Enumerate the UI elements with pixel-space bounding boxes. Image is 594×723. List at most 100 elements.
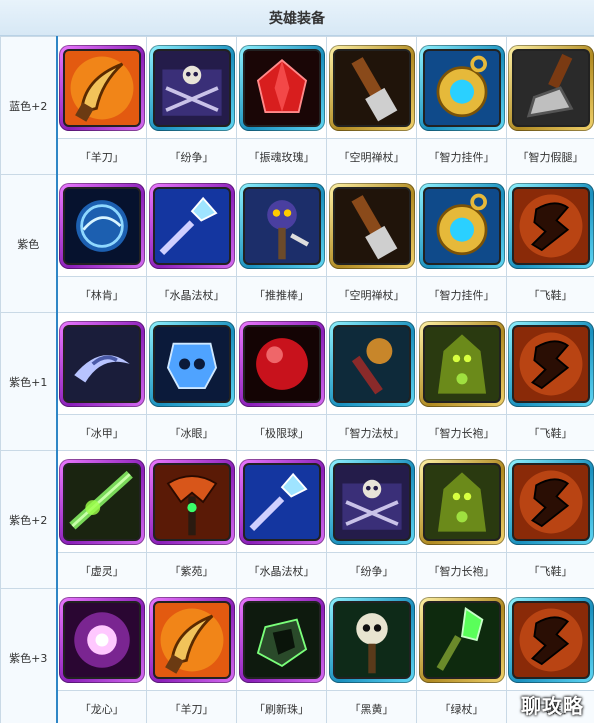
green-staff-icon <box>422 600 501 679</box>
item-icon-frame[interactable] <box>238 596 325 683</box>
crystal-scepter-icon <box>152 186 231 265</box>
item-icon-frame[interactable] <box>507 596 594 683</box>
item-icon-frame[interactable] <box>507 458 594 545</box>
item-name: 「虚灵」 <box>56 552 147 589</box>
item-icon-frame[interactable] <box>238 182 325 269</box>
tier-name-row: 「龙心」 「羊刀」 「刷新珠」 「黑黄」 「绿杖」 「飞鞋」 <box>1 690 594 723</box>
item-name: 「智力挂件」 <box>416 138 507 175</box>
item-icon-cell <box>236 588 327 691</box>
item-icon-cell <box>146 312 237 415</box>
blue-orb-icon <box>62 186 141 265</box>
item-icon-frame[interactable] <box>328 182 415 269</box>
item-icon-cell <box>236 36 327 139</box>
item-icon-frame[interactable] <box>328 44 415 131</box>
item-icon-cell <box>416 36 507 139</box>
item-name: 「振魂玫瑰」 <box>236 138 327 175</box>
tier-name-row: 「林肯」 「水晶法杖」 「推推棒」 「空明禅杖」 「智力挂件」 「飞鞋」 <box>1 276 594 313</box>
item-icon-frame[interactable] <box>148 44 235 131</box>
item-icon-frame[interactable] <box>507 182 594 269</box>
page-title: 英雄装备 <box>0 0 594 36</box>
green-robe-icon <box>422 462 501 541</box>
item-icon-frame[interactable] <box>418 596 505 683</box>
item-icon-frame[interactable] <box>238 320 325 407</box>
item-icon-cell <box>326 588 417 691</box>
item-name: 「龙心」 <box>56 690 147 723</box>
skull-chest-icon <box>152 48 231 127</box>
item-icon-frame[interactable] <box>58 320 145 407</box>
item-name: 「绿杖」 <box>416 690 507 723</box>
item-icon-cell <box>56 588 147 691</box>
gold-amulet-icon <box>422 186 501 265</box>
item-name: 「刷新珠」 <box>236 690 327 723</box>
item-icon-frame[interactable] <box>58 44 145 131</box>
item-name: 「纷争」 <box>326 552 417 589</box>
winged-boot-icon <box>511 324 590 403</box>
crystal-scepter-icon <box>242 462 321 541</box>
tier-icon-row: 紫色+1 <box>0 312 594 451</box>
item-name: 「空明禅杖」 <box>326 138 417 175</box>
item-icon-frame[interactable] <box>148 320 235 407</box>
item-icon-frame[interactable] <box>238 44 325 131</box>
item-icon-frame[interactable] <box>238 458 325 545</box>
item-name: 「空明禅杖」 <box>326 276 417 313</box>
item-icon-frame[interactable] <box>418 182 505 269</box>
item-icon-cell <box>236 450 327 553</box>
tier-label: 紫色+1 <box>0 312 58 451</box>
item-name: 「羊刀」 <box>146 690 237 723</box>
item-icon-cell <box>326 450 417 553</box>
tier-name-row: 「虚灵」 「紫苑」 「水晶法杖」 「纷争」 「智力长袍」 「飞鞋」 <box>1 552 594 589</box>
item-name: 「冰眼」 <box>146 414 237 451</box>
item-name: 「智力假腿」 <box>506 138 594 175</box>
tier-label: 紫色 <box>0 174 58 313</box>
equipment-page: 英雄装备 蓝色+2 「羊刀」 「纷争」 「振魂玫瑰」 「空明禅杖」 「智力挂件」 「智力假腿… <box>0 0 594 723</box>
tier-label: 蓝色+2 <box>0 36 58 175</box>
item-name: 「林肯」 <box>56 276 147 313</box>
skull-chest-icon <box>332 462 411 541</box>
equipment-table: 蓝色+2 「羊刀」 「纷争」 「振魂玫瑰」 「空明禅杖」 「智力挂件」 「智力假腿」 紫色 「林… <box>0 36 594 723</box>
item-name: 「智力挂件」 <box>416 276 507 313</box>
item-name: 「羊刀」 <box>56 138 147 175</box>
item-icon-frame[interactable] <box>148 182 235 269</box>
skull-staff-icon <box>242 186 321 265</box>
item-name: 「智力长袍」 <box>416 414 507 451</box>
refresher-orb-icon <box>242 600 321 679</box>
item-name: 「黑黄」 <box>326 690 417 723</box>
winged-boot-icon <box>511 600 590 679</box>
curved-blade-icon <box>62 48 141 127</box>
item-icon-frame[interactable] <box>58 596 145 683</box>
watermark-logo: 聊攻略 <box>521 694 584 718</box>
item-icon-frame[interactable] <box>328 596 415 683</box>
item-icon-cell <box>146 174 237 277</box>
item-icon-frame[interactable] <box>507 44 594 131</box>
item-name: 「飞鞋」 <box>506 414 594 451</box>
item-icon-frame[interactable] <box>418 44 505 131</box>
item-icon-cell <box>146 450 237 553</box>
wooden-staff-icon <box>332 186 411 265</box>
item-icon-frame[interactable] <box>418 320 505 407</box>
item-icon-cell <box>416 174 507 277</box>
item-name: 「水晶法杖」 <box>146 276 237 313</box>
item-icon-cell <box>56 450 147 553</box>
item-icon-frame[interactable] <box>58 458 145 545</box>
item-name: 「紫苑」 <box>146 552 237 589</box>
ethereal-blade-icon <box>62 462 141 541</box>
item-icon-frame[interactable] <box>58 182 145 269</box>
item-name: 「推推棒」 <box>236 276 327 313</box>
item-name: 「水晶法杖」 <box>236 552 327 589</box>
item-icon-frame[interactable] <box>148 596 235 683</box>
item-icon-frame[interactable] <box>148 458 235 545</box>
item-icon-cell <box>506 450 594 553</box>
item-icon-cell <box>56 312 147 415</box>
tier-icon-row: 紫色+3 <box>0 588 594 723</box>
item-icon-frame[interactable] <box>328 458 415 545</box>
item-icon-cell <box>146 588 237 691</box>
winged-boot-icon <box>511 186 590 265</box>
item-name: 「飞鞋」 <box>506 276 594 313</box>
tier-name-row: 「羊刀」 「纷争」 「振魂玫瑰」 「空明禅杖」 「智力挂件」 「智力假腿」 <box>1 138 594 175</box>
item-icon-frame[interactable] <box>328 320 415 407</box>
item-icon-cell <box>416 450 507 553</box>
item-icon-frame[interactable] <box>418 458 505 545</box>
item-name: 「智力法杖」 <box>326 414 417 451</box>
tier-icon-row: 紫色+2 <box>0 450 594 589</box>
item-icon-frame[interactable] <box>507 320 594 407</box>
